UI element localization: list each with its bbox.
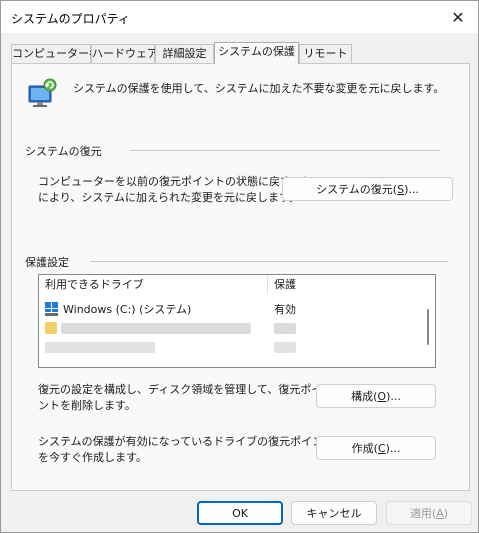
create-description: システムの保護が有効になっているドライブの復元ポイント を今すぐ作成します。 — [38, 434, 334, 466]
intro-text: システムの保護を使用して、システムに加えた不要な変更を元に戻します。 — [73, 82, 445, 95]
group-divider — [90, 261, 448, 262]
apply-button[interactable]: 適用(A) — [386, 501, 472, 525]
tab-advanced[interactable]: 詳細設定 — [155, 44, 214, 63]
tab-hardware[interactable]: ハードウェア — [91, 44, 158, 63]
window-title: システムのプロパティ — [11, 12, 130, 26]
drive-list[interactable]: 利用できるドライブ 保護 Windows (C:) (システム) 有効 — [38, 274, 436, 368]
list-item[interactable]: Windows (C:) (システム) 有効 — [39, 300, 417, 319]
list-item[interactable] — [39, 319, 417, 338]
create-button-key: C — [377, 441, 386, 455]
title-bar: システムのプロパティ ✕ — [1, 1, 478, 33]
group-divider — [130, 150, 440, 151]
create-button[interactable]: 作成(C)... — [316, 436, 436, 460]
create-desc-line1: システムの保護が有効になっているドライブの復元ポイント — [38, 435, 335, 448]
close-button[interactable]: ✕ — [438, 1, 478, 33]
configure-button-key: O — [377, 389, 387, 403]
list-item[interactable] — [39, 338, 417, 357]
tab-system-protection[interactable]: システムの保護 — [214, 42, 299, 64]
system-restore-description: コンピューターを以前の復元ポイントの状態に戻すこと により、システムに加えられた… — [38, 174, 313, 206]
apply-button-key: A — [436, 506, 444, 520]
folder-icon — [45, 322, 57, 334]
system-restore-desc-line1: コンピューターを以前の復元ポイントの状態に戻すこと — [38, 175, 313, 188]
column-header-drive[interactable]: 利用できるドライブ — [39, 275, 267, 294]
redacted-drive-name — [61, 323, 251, 334]
apply-button-suffix: ) — [443, 506, 449, 520]
redacted-drive-name — [45, 342, 155, 353]
system-restore-button-suffix: )... — [404, 182, 419, 196]
drive-list-header: 利用できるドライブ 保護 — [39, 275, 417, 294]
create-desc-line2: を今すぐ作成します。 — [38, 451, 147, 464]
create-button-label: 作成( — [351, 442, 378, 455]
cancel-button[interactable]: キャンセル — [291, 501, 377, 525]
system-restore-button-key: S — [397, 182, 405, 196]
system-protection-icon — [26, 77, 58, 109]
configure-button[interactable]: 構成(O)... — [316, 384, 436, 408]
system-properties-window: システムのプロパティ ✕ コンピューター名 ハードウェア 詳細設定 システムの保… — [0, 0, 479, 533]
drive-icon — [45, 300, 61, 319]
system-restore-button[interactable]: システムの復元(S)... — [282, 177, 453, 201]
column-header-protection[interactable]: 保護 — [268, 275, 408, 294]
ok-button[interactable]: OK — [197, 501, 283, 525]
tab-remote[interactable]: リモート — [299, 44, 352, 63]
drive-name: Windows (C:) (システム) — [63, 303, 192, 316]
system-restore-group-title: システムの復元 — [25, 145, 102, 158]
apply-button-label: 適用( — [409, 507, 437, 520]
create-button-suffix: )... — [385, 441, 401, 455]
redacted-status — [274, 323, 296, 334]
configure-desc-line1: 復元の設定を構成し、ディスク領域を管理して、復元ポイ — [38, 383, 323, 396]
configure-button-label: 構成( — [351, 390, 378, 403]
close-icon: ✕ — [451, 7, 465, 27]
list-scrollbar[interactable] — [427, 309, 429, 345]
drive-protection-status: 有効 — [274, 303, 296, 316]
redacted-status — [274, 342, 296, 353]
configure-description: 復元の設定を構成し、ディスク領域を管理して、復元ポイ ントを削除します。 — [38, 382, 322, 414]
protection-settings-group-title: 保護設定 — [25, 256, 69, 269]
system-protection-panel: システムの保護を使用して、システムに加えた不要な変更を元に戻します。 システムの… — [11, 63, 470, 491]
system-restore-button-label: システムの復元( — [316, 183, 398, 196]
system-restore-desc-line2: により、システムに加えられた変更を元に戻します。 — [38, 191, 300, 204]
tab-computer-name[interactable]: コンピューター名 — [11, 44, 100, 63]
configure-button-suffix: )... — [386, 389, 401, 403]
configure-desc-line2: ントを削除します。 — [38, 399, 136, 412]
